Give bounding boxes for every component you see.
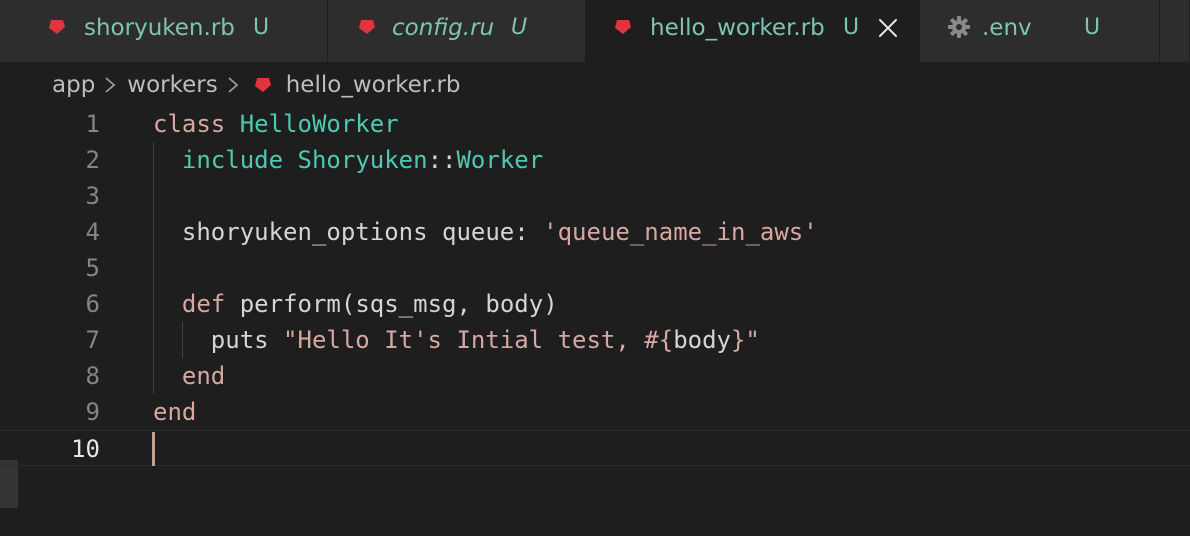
- paren-close: ): [543, 290, 558, 318]
- current-code-line[interactable]: 10: [0, 430, 1190, 466]
- chevron-right-icon: [228, 77, 239, 93]
- method-name: perform: [239, 290, 341, 318]
- close-icon[interactable]: [876, 16, 900, 40]
- code-editor[interactable]: 1 class HelloWorker 2 include Shoryuken:…: [0, 106, 1190, 536]
- ruby-icon: [49, 20, 65, 34]
- comma: ,: [456, 290, 471, 318]
- method-call: puts: [210, 326, 269, 354]
- string-literal-end: }": [730, 326, 760, 354]
- code-text: end: [153, 358, 225, 394]
- tab-hello-worker-rb[interactable]: hello_worker.rb U: [586, 0, 920, 62]
- code-line[interactable]: 9 end: [0, 394, 1190, 430]
- line-number: 4: [85, 218, 100, 246]
- tab-label: config.ru: [392, 15, 495, 41]
- line-number: 5: [85, 254, 100, 282]
- method-call: shoryuken_options: [181, 218, 428, 246]
- line-number: 1: [85, 110, 100, 138]
- untracked-badge: U: [511, 15, 528, 40]
- code-text: puts "Hello It's Intial test, #{body}": [153, 322, 760, 358]
- tab-label: .env: [982, 15, 1032, 41]
- gear-icon: [948, 16, 970, 38]
- keyword: end: [181, 362, 226, 390]
- code-line[interactable]: 8 end: [0, 358, 1190, 394]
- code-text: shoryuken_options queue: 'queue_name_in_…: [153, 214, 818, 250]
- line-number: 8: [85, 362, 100, 390]
- tab-label: shoryuken.rb: [84, 15, 235, 41]
- module-name: Shoryuken: [297, 146, 428, 174]
- param: body: [485, 290, 544, 318]
- interpolation: body: [673, 326, 731, 354]
- code-line[interactable]: 3: [0, 178, 1190, 214]
- line-number: 9: [85, 398, 100, 426]
- paren-open: (: [340, 290, 356, 318]
- string-literal: 'queue_name_in_aws': [543, 218, 818, 246]
- param: sqs_msg: [355, 290, 457, 318]
- line-number: 10: [71, 435, 100, 463]
- class-name: Worker: [456, 146, 544, 174]
- line-number: 3: [85, 182, 100, 210]
- breadcrumb-file[interactable]: hello_worker.rb: [286, 72, 461, 98]
- chevron-right-icon: [105, 77, 116, 93]
- ruby-icon: [615, 20, 631, 34]
- tab-label: hello_worker.rb: [650, 15, 825, 41]
- breadcrumb-workers[interactable]: workers: [127, 72, 217, 98]
- ruby-icon: [254, 78, 271, 92]
- code-text: def perform(sqs_msg, body): [153, 286, 558, 322]
- ruby-icon: [359, 20, 375, 34]
- scope-operator: ::: [427, 146, 457, 174]
- keyword: end: [153, 398, 197, 426]
- tab-overflow[interactable]: [1160, 0, 1190, 62]
- code-line[interactable]: 5: [0, 250, 1190, 286]
- untracked-badge: U: [1084, 15, 1101, 40]
- tab-shoryuken-rb[interactable]: shoryuken.rb U: [0, 0, 328, 62]
- class-name: HelloWorker: [239, 110, 399, 138]
- untracked-badge: U: [843, 15, 860, 40]
- string-literal: "Hello It's Intial test, #{: [283, 326, 674, 354]
- text-cursor: [152, 432, 155, 466]
- code-text: end: [153, 394, 196, 430]
- symbol-key: queue:: [442, 218, 529, 246]
- line-number: 2: [85, 146, 100, 174]
- tab-env[interactable]: .env U: [920, 0, 1160, 62]
- code-line[interactable]: 4 shoryuken_options queue: 'queue_name_i…: [0, 214, 1190, 250]
- scrollbar-gutter-marker: [0, 460, 18, 508]
- code-text: class HelloWorker: [153, 106, 399, 142]
- code-line[interactable]: 6 def perform(sqs_msg, body): [0, 286, 1190, 322]
- keyword: include: [181, 146, 284, 174]
- keyword: class: [153, 110, 226, 138]
- editor-tab-bar: shoryuken.rb U config.ru U hello_worker.…: [0, 0, 1190, 62]
- untracked-badge: U: [253, 15, 270, 40]
- line-number: 7: [85, 326, 100, 354]
- tab-config-ru[interactable]: config.ru U: [328, 0, 586, 62]
- code-line[interactable]: 2 include Shoryuken::Worker: [0, 142, 1190, 178]
- breadcrumb-app[interactable]: app: [52, 72, 95, 98]
- line-number: 6: [85, 290, 100, 318]
- code-line[interactable]: 1 class HelloWorker: [0, 106, 1190, 142]
- keyword: def: [181, 290, 226, 318]
- code-text: include Shoryuken::Worker: [153, 142, 543, 178]
- code-line[interactable]: 7 puts "Hello It's Intial test, #{body}": [0, 322, 1190, 358]
- breadcrumb: app workers hello_worker.rb: [52, 68, 461, 102]
